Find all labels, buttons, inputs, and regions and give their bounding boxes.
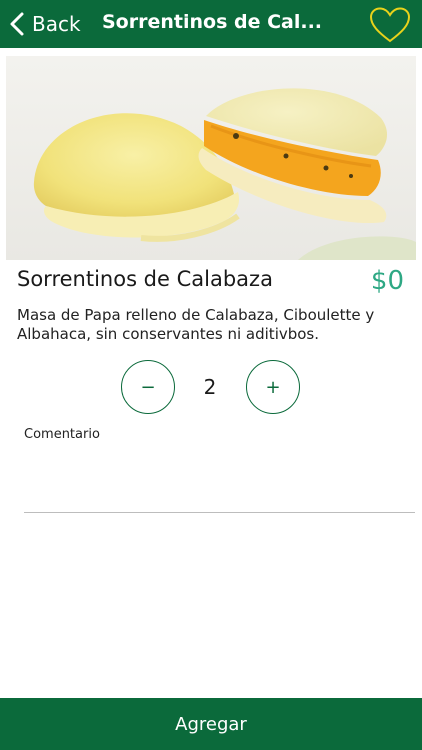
increase-quantity-button[interactable]: + — [246, 360, 300, 414]
comment-label: Comentario — [24, 427, 100, 442]
heart-outline-icon — [369, 7, 411, 43]
comment-field[interactable] — [24, 452, 415, 513]
favorite-button[interactable] — [368, 6, 412, 44]
product-name: Sorrentinos de Calabaza — [17, 267, 273, 291]
back-button[interactable]: Back — [8, 8, 81, 40]
plus-icon: + — [265, 376, 281, 398]
add-to-cart-button[interactable]: Agregar — [0, 698, 422, 750]
chevron-left-icon — [10, 12, 24, 36]
nav-bar: Back Sorrentinos de Cal... — [0, 0, 422, 48]
back-label: Back — [32, 12, 81, 36]
product-image — [6, 56, 416, 260]
quantity-value: 2 — [203, 375, 217, 399]
decrease-quantity-button[interactable]: − — [121, 360, 175, 414]
sorrentinos-illustration — [33, 88, 416, 260]
page-title: Sorrentinos de Cal... — [102, 11, 323, 33]
minus-icon: − — [140, 376, 156, 398]
product-price: $0 — [370, 266, 404, 296]
product-description: Masa de Papa relleno de Calabaza, Ciboul… — [17, 306, 375, 343]
